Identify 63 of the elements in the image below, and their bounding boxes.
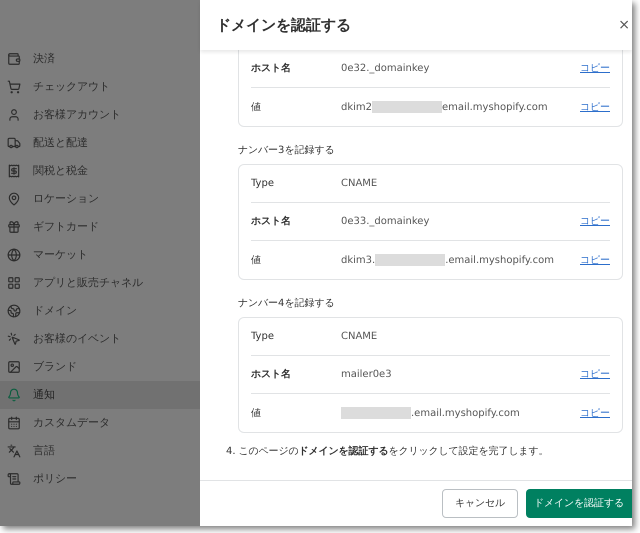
receipt-icon — [7, 164, 21, 178]
pointer-click-icon — [7, 332, 21, 346]
field-label: ホスト名 — [251, 368, 292, 382]
record-heading: ナンバー4を記録する — [238, 296, 336, 311]
sidebar-item[interactable]: ロケーション — [0, 185, 200, 213]
field-value: mailer0e3 — [341, 368, 392, 382]
field-label: ホスト名 — [251, 62, 292, 76]
sidebar-item[interactable]: お客様のイベント — [0, 325, 200, 353]
translate-icon — [7, 444, 21, 458]
field-value: 0e32._domainkey — [341, 62, 430, 76]
scroll-icon — [7, 472, 21, 486]
field-value: CNAME — [341, 330, 378, 344]
cart-icon — [7, 80, 21, 94]
field-label: Type — [251, 330, 275, 344]
copy-link[interactable]: コピー — [580, 406, 610, 420]
field-value: dkim3. — [341, 254, 376, 268]
sidebar-item[interactable]: ブランド — [0, 353, 200, 381]
close-button[interactable]: × — [616, 14, 632, 36]
field-value: .email.myshopify.com — [411, 406, 520, 420]
field-value: .email.myshopify.com — [445, 254, 554, 268]
field-label: 値 — [251, 406, 262, 420]
copy-link[interactable]: コピー — [580, 252, 610, 268]
truck-icon — [7, 136, 21, 150]
image-icon — [7, 360, 21, 374]
sidebar-item[interactable]: 配送と配達 — [0, 129, 200, 157]
field-label: ホスト名 — [251, 214, 292, 229]
wallet-icon — [7, 52, 21, 66]
field-label: 値 — [251, 100, 262, 114]
field-value: CNAME — [341, 177, 378, 191]
grid-icon — [7, 276, 21, 290]
field-value: 0e33._domainkey — [341, 215, 430, 229]
field-value: dkim2 — [341, 100, 372, 114]
cancel-button[interactable]: キャンセル — [442, 489, 518, 518]
verify-domain-button[interactable]: ドメインを認証する — [526, 489, 632, 518]
sidebar-item[interactable]: 通知 — [0, 381, 200, 409]
sidebar-item[interactable]: 言語 — [0, 437, 200, 465]
dialog-title: ドメインを認証する — [216, 14, 351, 36]
sidebar-item[interactable]: チェックアウト — [0, 73, 200, 101]
calendar-icon — [7, 416, 21, 430]
field-label: Type — [251, 177, 275, 191]
sidebar-item[interactable]: アプリと販売チャネル — [0, 269, 200, 297]
globe-icon — [7, 304, 21, 318]
record-heading: ナンバー3を記録する — [238, 144, 336, 158]
copy-link[interactable]: コピー — [580, 214, 610, 229]
copy-link[interactable]: コピー — [580, 61, 610, 76]
sidebar-item[interactable]: 関税と税金 — [0, 157, 200, 185]
copy-link[interactable]: コピー — [580, 367, 610, 382]
bell-icon — [7, 388, 21, 402]
sidebar-item[interactable]: お客様アカウント — [0, 101, 200, 129]
sidebar-item[interactable]: カスタムデータ — [0, 409, 200, 437]
instruction-text: 4. このページのドメインを認証するをクリックして設定を完了します。 — [226, 445, 550, 459]
gift-icon — [7, 220, 21, 234]
sidebar-item[interactable]: 決済 — [0, 45, 200, 73]
field-label: 値 — [251, 254, 262, 268]
map-pin-icon — [7, 192, 21, 206]
field-value: email.myshopify.com — [442, 100, 548, 114]
sidebar-item[interactable]: ドメイン — [0, 297, 200, 325]
sidebar-item[interactable]: ポリシー — [0, 465, 200, 493]
copy-link[interactable]: コピー — [580, 100, 610, 114]
sidebar-item[interactable]: マーケット — [0, 241, 200, 269]
person-icon — [7, 108, 21, 122]
globe-icon — [7, 248, 21, 262]
sidebar-item[interactable]: ギフトカード — [0, 213, 200, 241]
